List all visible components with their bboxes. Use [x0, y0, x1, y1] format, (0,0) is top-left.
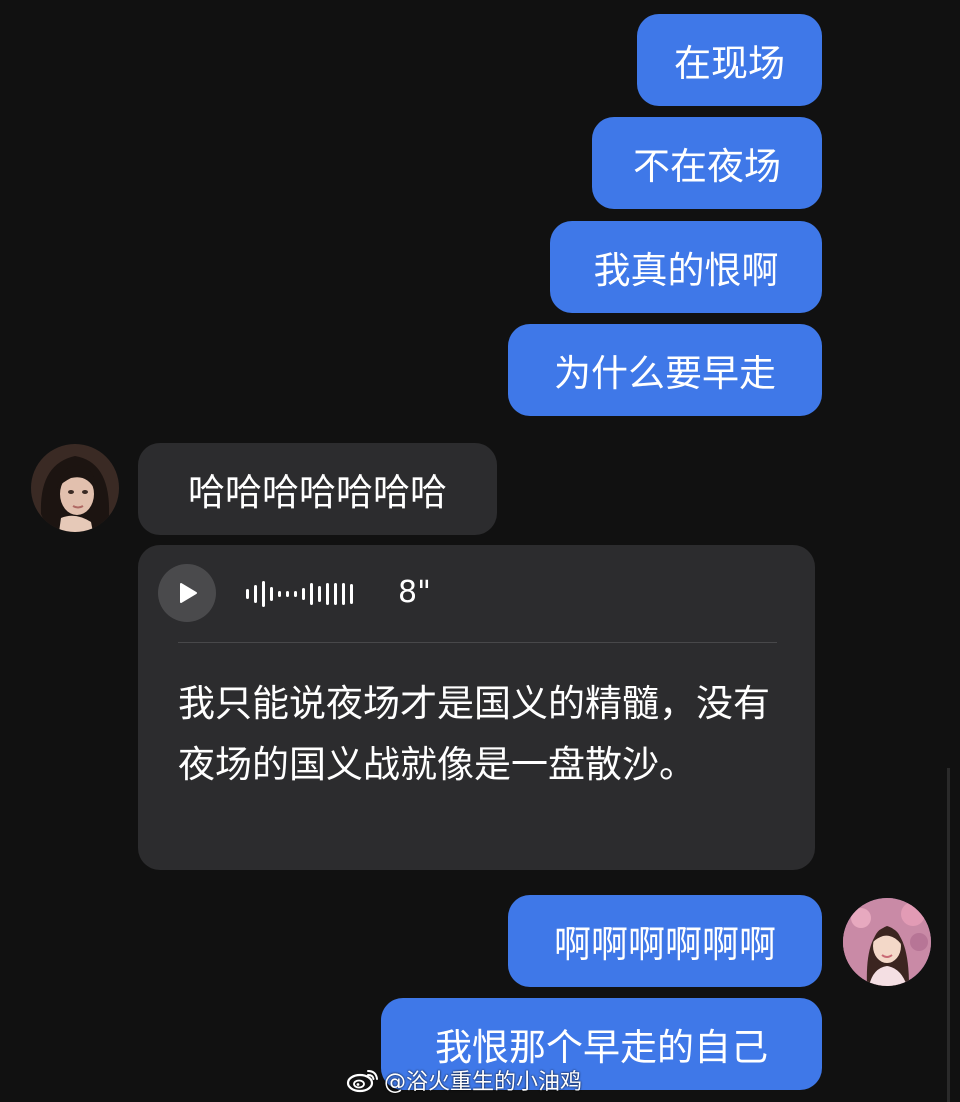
voice-duration: 8"	[398, 575, 431, 610]
watermark-text: @浴火重生的小油鸡	[384, 1070, 583, 1095]
waveform-bar	[262, 581, 265, 607]
scrollbar[interactable]	[947, 768, 950, 1102]
waveform-bar	[326, 583, 329, 605]
waveform-bar	[310, 583, 313, 605]
user-avatar[interactable]	[843, 898, 931, 986]
message-text: 不在夜场	[633, 145, 781, 188]
waveform-bar	[254, 585, 257, 603]
voice-transcript: 我只能说夜场才是国义的精髓，没有夜场的国义战就像是一盘散沙。	[178, 682, 770, 786]
waveform	[246, 581, 353, 607]
waveform-bar	[270, 587, 273, 601]
outgoing-message[interactable]: 我真的恨啊	[550, 221, 822, 313]
waveform-bar	[318, 586, 321, 602]
waveform-bar	[342, 583, 345, 605]
play-icon	[180, 583, 197, 603]
message-text: 我真的恨啊	[593, 249, 779, 292]
divider	[178, 642, 777, 643]
contact-avatar[interactable]	[31, 444, 119, 532]
weibo-icon	[346, 1070, 378, 1093]
contact-avatar-image	[40, 456, 110, 532]
watermark: @浴火重生的小油鸡	[346, 1064, 582, 1096]
message-text: 啊啊啊啊啊啊	[554, 923, 776, 966]
message-text: 我恨那个早走的自己	[435, 1026, 768, 1069]
outgoing-message[interactable]: 啊啊啊啊啊啊	[508, 895, 822, 987]
incoming-message[interactable]: 哈哈哈哈哈哈哈	[138, 443, 497, 535]
waveform-bar	[246, 589, 249, 599]
waveform-bar	[350, 584, 353, 604]
user-avatar-image	[843, 898, 931, 986]
outgoing-message[interactable]: 在现场	[637, 14, 822, 106]
waveform-bar	[294, 591, 297, 597]
play-button[interactable]	[158, 564, 216, 622]
outgoing-message[interactable]: 为什么要早走	[508, 324, 822, 416]
message-text: 为什么要早走	[554, 352, 776, 395]
waveform-bar	[334, 583, 337, 605]
voice-message[interactable]: 8" 我只能说夜场才是国义的精髓，没有夜场的国义战就像是一盘散沙。	[138, 545, 815, 870]
message-text: 哈哈哈哈哈哈哈	[188, 471, 447, 514]
waveform-bar	[278, 591, 281, 597]
outgoing-message[interactable]: 不在夜场	[592, 117, 822, 209]
waveform-bar	[302, 588, 305, 600]
message-text: 在现场	[674, 42, 785, 85]
waveform-bar	[286, 591, 289, 597]
